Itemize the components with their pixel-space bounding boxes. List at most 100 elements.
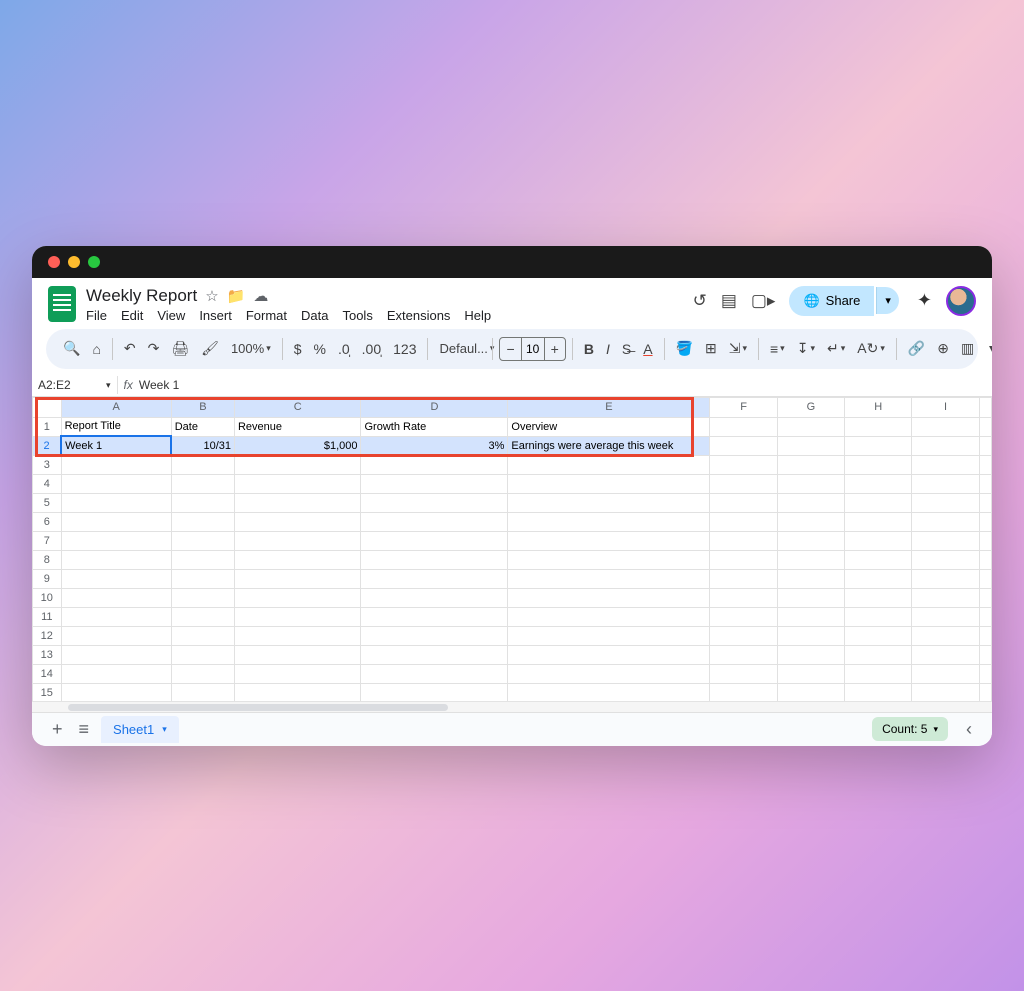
cell-G7[interactable] bbox=[777, 531, 844, 550]
cell-B9[interactable] bbox=[171, 569, 234, 588]
cell-C7[interactable] bbox=[234, 531, 361, 550]
cell-C3[interactable] bbox=[234, 455, 361, 474]
column-header-G[interactable]: G bbox=[777, 397, 844, 417]
cell-H12[interactable] bbox=[845, 626, 912, 645]
cell-E10[interactable] bbox=[508, 588, 710, 607]
cell-G5[interactable] bbox=[777, 493, 844, 512]
column-header-A[interactable]: A bbox=[61, 397, 171, 417]
cell-F2[interactable] bbox=[710, 436, 777, 455]
cell-D11[interactable] bbox=[361, 607, 508, 626]
cell-I14[interactable] bbox=[912, 664, 979, 683]
cell-E3[interactable] bbox=[508, 455, 710, 474]
cell-E14[interactable] bbox=[508, 664, 710, 683]
cell-B8[interactable] bbox=[171, 550, 234, 569]
cell-D8[interactable] bbox=[361, 550, 508, 569]
cell-B3[interactable] bbox=[171, 455, 234, 474]
row-header-13[interactable]: 13 bbox=[33, 645, 62, 664]
formula-bar[interactable]: Week 1 bbox=[139, 378, 179, 392]
cell-G13[interactable] bbox=[777, 645, 844, 664]
all-sheets-button[interactable]: ≡ bbox=[71, 715, 98, 744]
insert-chart-icon[interactable]: ▥ bbox=[956, 336, 979, 361]
column-header-E[interactable]: E bbox=[508, 397, 710, 417]
cell-H13[interactable] bbox=[845, 645, 912, 664]
cell-I9[interactable] bbox=[912, 569, 979, 588]
cell-A5[interactable] bbox=[61, 493, 171, 512]
row-header-10[interactable]: 10 bbox=[33, 588, 62, 607]
cell-I2[interactable] bbox=[912, 436, 979, 455]
link-icon[interactable]: 🔗 bbox=[903, 336, 930, 361]
cell-F6[interactable] bbox=[710, 512, 777, 531]
decrease-decimal-icon[interactable]: .0̩ bbox=[333, 337, 355, 361]
cell-B5[interactable] bbox=[171, 493, 234, 512]
cell-G10[interactable] bbox=[777, 588, 844, 607]
cell-F12[interactable] bbox=[710, 626, 777, 645]
cell-F14[interactable] bbox=[710, 664, 777, 683]
redo-icon[interactable]: ↷ bbox=[143, 336, 165, 361]
document-title[interactable]: Weekly Report bbox=[86, 286, 197, 306]
cell-E9[interactable] bbox=[508, 569, 710, 588]
horizontal-scrollbar[interactable] bbox=[32, 701, 992, 712]
menu-edit[interactable]: Edit bbox=[121, 308, 143, 323]
column-header-D[interactable]: D bbox=[361, 397, 508, 417]
row-header-2[interactable]: 2 bbox=[33, 436, 62, 455]
undo-icon[interactable]: ↶ bbox=[119, 336, 141, 361]
cell-I1[interactable] bbox=[912, 417, 979, 436]
cell-H9[interactable] bbox=[845, 569, 912, 588]
cell-C14[interactable] bbox=[234, 664, 361, 683]
window-minimize-button[interactable] bbox=[68, 256, 80, 268]
cell-C6[interactable] bbox=[234, 512, 361, 531]
increase-decimal-icon[interactable]: .00̩ bbox=[357, 337, 386, 361]
meet-icon[interactable]: ▢▸ bbox=[751, 291, 776, 311]
font-size-increase[interactable]: + bbox=[545, 341, 565, 357]
cell-E13[interactable] bbox=[508, 645, 710, 664]
gemini-icon[interactable]: ✦ bbox=[917, 290, 932, 311]
cell-F3[interactable] bbox=[710, 455, 777, 474]
window-maximize-button[interactable] bbox=[88, 256, 100, 268]
cloud-status-icon[interactable]: ☁ bbox=[253, 287, 268, 305]
cell-C13[interactable] bbox=[234, 645, 361, 664]
menu-extensions[interactable]: Extensions bbox=[387, 308, 451, 323]
font-select[interactable]: Defaul...▾ bbox=[434, 337, 486, 360]
cell-E15[interactable] bbox=[508, 683, 710, 701]
percent-icon[interactable]: % bbox=[309, 337, 331, 361]
cell-I6[interactable] bbox=[912, 512, 979, 531]
cell-I3[interactable] bbox=[912, 455, 979, 474]
row-header-11[interactable]: 11 bbox=[33, 607, 62, 626]
cell-H14[interactable] bbox=[845, 664, 912, 683]
column-header-F[interactable]: F bbox=[710, 397, 777, 417]
cell-D5[interactable] bbox=[361, 493, 508, 512]
italic-icon[interactable]: I bbox=[601, 337, 615, 361]
row-header-4[interactable]: 4 bbox=[33, 474, 62, 493]
cell-C4[interactable] bbox=[234, 474, 361, 493]
v-align-icon[interactable]: ↧▾ bbox=[792, 336, 820, 361]
toggle-menus-icon[interactable]: ⌂ bbox=[87, 337, 105, 361]
cell-C2[interactable]: $1,000 bbox=[234, 436, 361, 455]
cell-A4[interactable] bbox=[61, 474, 171, 493]
cell-D13[interactable] bbox=[361, 645, 508, 664]
cell-I5[interactable] bbox=[912, 493, 979, 512]
cell-E2[interactable]: Earnings were average this week bbox=[508, 436, 710, 455]
cell-I4[interactable] bbox=[912, 474, 979, 493]
cell-B1[interactable]: Date bbox=[171, 417, 234, 436]
row-header-3[interactable]: 3 bbox=[33, 455, 62, 474]
cell-A1[interactable]: Report Title bbox=[61, 417, 171, 436]
cell-B14[interactable] bbox=[171, 664, 234, 683]
cell-G6[interactable] bbox=[777, 512, 844, 531]
column-header-I[interactable]: I bbox=[912, 397, 979, 417]
cell-F4[interactable] bbox=[710, 474, 777, 493]
cell-G12[interactable] bbox=[777, 626, 844, 645]
cell-I13[interactable] bbox=[912, 645, 979, 664]
name-box-dropdown[interactable]: ▾ bbox=[106, 380, 111, 391]
cell-D2[interactable]: 3% bbox=[361, 436, 508, 455]
column-header-H[interactable]: H bbox=[845, 397, 912, 417]
cell-G15[interactable] bbox=[777, 683, 844, 701]
star-icon[interactable]: ☆ bbox=[205, 287, 218, 305]
cell-H10[interactable] bbox=[845, 588, 912, 607]
text-color-icon[interactable]: A bbox=[638, 337, 657, 361]
cell-H2[interactable] bbox=[845, 436, 912, 455]
cell-H6[interactable] bbox=[845, 512, 912, 531]
row-header-1[interactable]: 1 bbox=[33, 417, 62, 436]
h-align-icon[interactable]: ≡▾ bbox=[765, 337, 790, 361]
cell-E5[interactable] bbox=[508, 493, 710, 512]
currency-icon[interactable]: $ bbox=[289, 337, 307, 361]
